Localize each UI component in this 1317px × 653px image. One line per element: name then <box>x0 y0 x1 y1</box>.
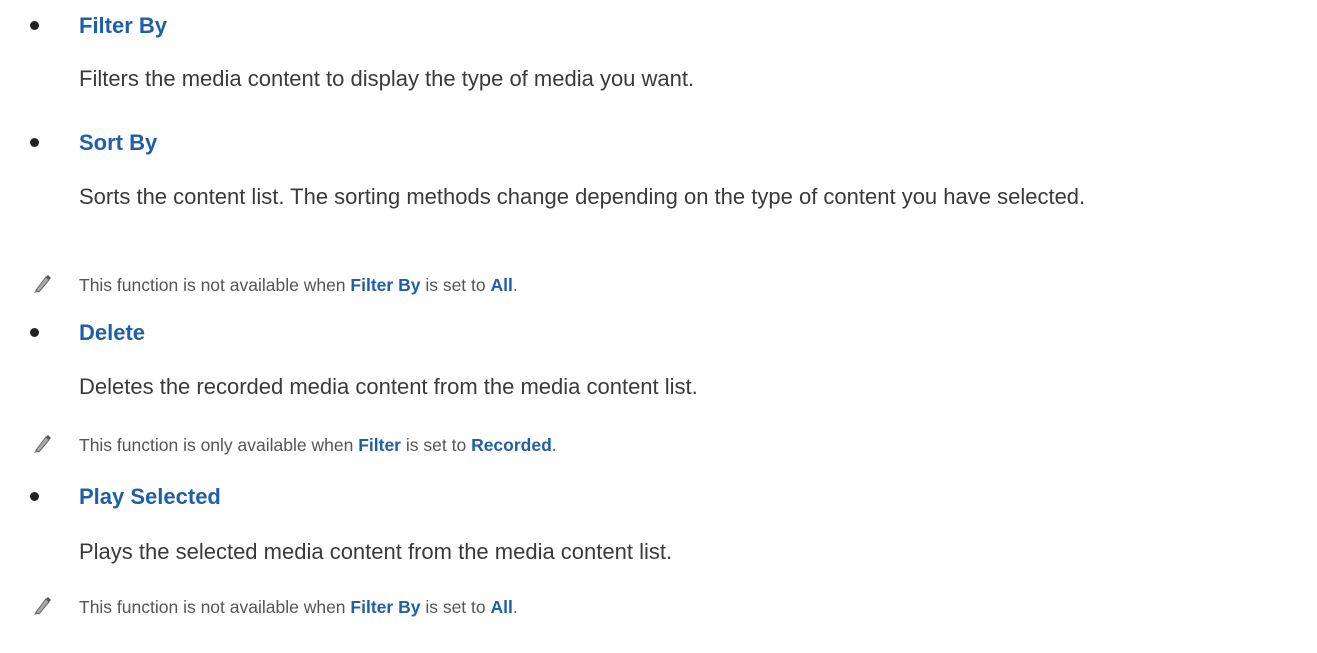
note-mid: is set to <box>425 275 486 295</box>
note-term-all: All <box>490 275 513 295</box>
note-text: This function is only available when Fil… <box>79 430 557 460</box>
pencil-icon <box>34 275 51 293</box>
note-post: . <box>512 275 518 295</box>
note-term-filter-by: Filter By <box>350 275 421 295</box>
note-mid: is set to <box>405 435 467 455</box>
pencil-icon <box>34 435 51 453</box>
item-description: Deletes the recorded media content from … <box>79 374 698 399</box>
item-title: Play Selected <box>79 484 221 509</box>
item-title: Delete <box>79 320 146 345</box>
note-post: . <box>551 435 557 455</box>
item-title: Sort By <box>79 130 158 155</box>
bullet-icon <box>30 328 39 337</box>
note-pre: This function is not available when <box>79 275 346 295</box>
item-description: Plays the selected media content from th… <box>79 539 673 564</box>
note-pre: This function is only available when <box>79 435 354 455</box>
bullet-icon <box>30 21 39 30</box>
note-term-filter: Filter <box>358 435 401 455</box>
item-description: Sorts the content list. The sorting meth… <box>79 184 1086 209</box>
note-term-recorded: Recorded <box>471 435 552 455</box>
note-text: This function is not available when Filt… <box>79 270 518 300</box>
pencil-icon <box>34 597 51 615</box>
note-text: This function is not available when Filt… <box>79 592 518 622</box>
note-term-all: All <box>490 597 513 617</box>
bullet-icon <box>30 492 39 501</box>
manual-page: Filter By Filters the media content to d… <box>0 0 1317 653</box>
item-title: Filter By <box>79 13 168 38</box>
note-pre: This function is not available when <box>79 597 346 617</box>
note-term-filter-by: Filter By <box>350 597 421 617</box>
note-mid: is set to <box>425 597 486 617</box>
item-description: Filters the media content to display the… <box>79 66 695 91</box>
bullet-icon <box>30 138 39 147</box>
note-post: . <box>512 597 518 617</box>
